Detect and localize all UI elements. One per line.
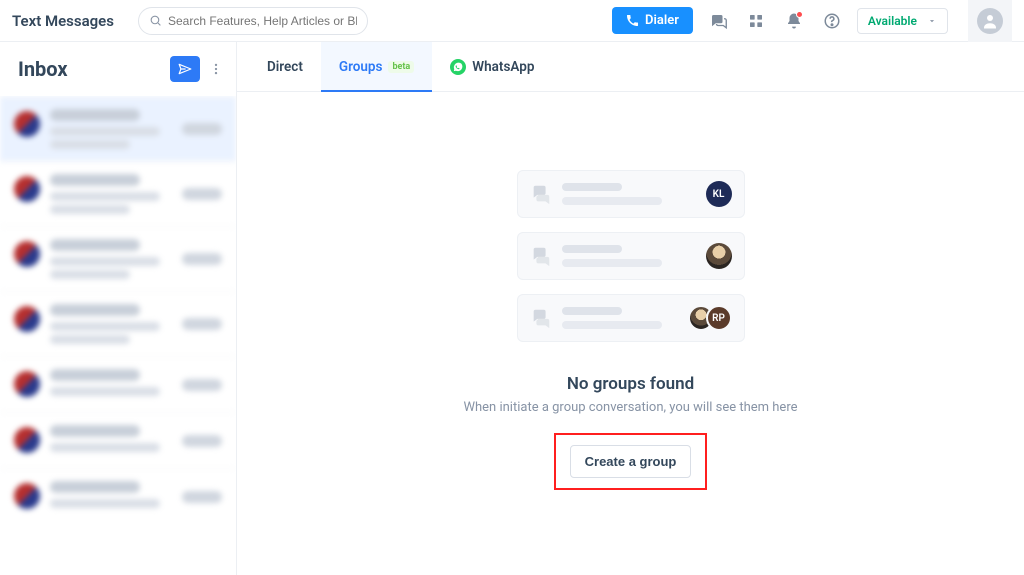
- dialer-label: Dialer: [645, 13, 679, 28]
- conversation-item[interactable]: [0, 96, 236, 161]
- avatar: [14, 176, 40, 202]
- search-input[interactable]: [168, 14, 357, 28]
- notifications-icon[interactable]: [781, 8, 807, 34]
- conversations-icon[interactable]: [705, 8, 731, 34]
- tab-label: Direct: [267, 59, 303, 75]
- global-search[interactable]: [138, 7, 368, 35]
- sidebar-header: Inbox: [0, 42, 236, 96]
- top-bar: Text Messages Dialer Available: [0, 0, 1024, 42]
- conversation-list: [0, 96, 236, 575]
- conversation-item[interactable]: [0, 412, 236, 468]
- compose-icon: [177, 62, 193, 76]
- avatar: RP: [706, 305, 732, 331]
- user-avatar-icon: [977, 8, 1003, 34]
- availability-dropdown[interactable]: Available: [857, 8, 948, 34]
- dialer-button[interactable]: Dialer: [612, 7, 693, 34]
- avatar: KL: [706, 181, 732, 207]
- sidebar-more-icon[interactable]: [208, 61, 224, 77]
- apps-icon[interactable]: [743, 8, 769, 34]
- empty-title: No groups found: [567, 374, 694, 394]
- tab-whatsapp[interactable]: WhatsApp: [432, 42, 552, 91]
- avatar: [706, 243, 732, 269]
- availability-label: Available: [868, 14, 917, 28]
- placeholder-card: KL: [517, 170, 745, 218]
- groups-empty-state: KL RP: [237, 92, 1024, 575]
- conversation-item[interactable]: [0, 226, 236, 291]
- chat-icon: [530, 307, 552, 329]
- chat-icon: [530, 245, 552, 267]
- compose-button[interactable]: [170, 56, 200, 82]
- tab-label: Groups: [339, 59, 383, 75]
- conversation-item[interactable]: [0, 356, 236, 412]
- inbox-sidebar: Inbox: [0, 42, 237, 575]
- placeholder-card: RP: [517, 294, 745, 342]
- avatar: [14, 111, 40, 137]
- notification-dot: [796, 11, 803, 18]
- whatsapp-icon: [450, 59, 466, 75]
- page-title: Text Messages: [12, 12, 114, 30]
- phone-icon: [626, 14, 639, 27]
- main-panel: Direct Groups beta WhatsApp K: [237, 42, 1024, 575]
- placeholder-card: [517, 232, 745, 280]
- avatar: [14, 306, 40, 332]
- channel-tabs: Direct Groups beta WhatsApp: [237, 42, 1024, 92]
- help-icon[interactable]: [819, 8, 845, 34]
- beta-badge: beta: [388, 61, 414, 73]
- profile-menu[interactable]: [968, 0, 1012, 42]
- conversation-item[interactable]: [0, 161, 236, 226]
- create-group-button[interactable]: Create a group: [570, 445, 692, 478]
- avatar: [14, 371, 40, 397]
- avatar: [14, 483, 40, 509]
- chevron-down-icon: [927, 16, 937, 26]
- highlighted-cta: Create a group: [554, 433, 708, 490]
- chat-icon: [530, 183, 552, 205]
- avatar: [14, 241, 40, 267]
- tab-groups[interactable]: Groups beta: [321, 42, 432, 91]
- search-icon: [149, 14, 162, 27]
- conversation-item[interactable]: [0, 291, 236, 356]
- tab-direct[interactable]: Direct: [249, 42, 321, 91]
- avatar: [14, 427, 40, 453]
- empty-subtitle: When initiate a group conversation, you …: [463, 400, 797, 415]
- tab-label: WhatsApp: [472, 59, 534, 75]
- conversation-item[interactable]: [0, 468, 236, 524]
- sidebar-title: Inbox: [18, 57, 68, 81]
- illustration-cards: KL RP: [517, 170, 745, 342]
